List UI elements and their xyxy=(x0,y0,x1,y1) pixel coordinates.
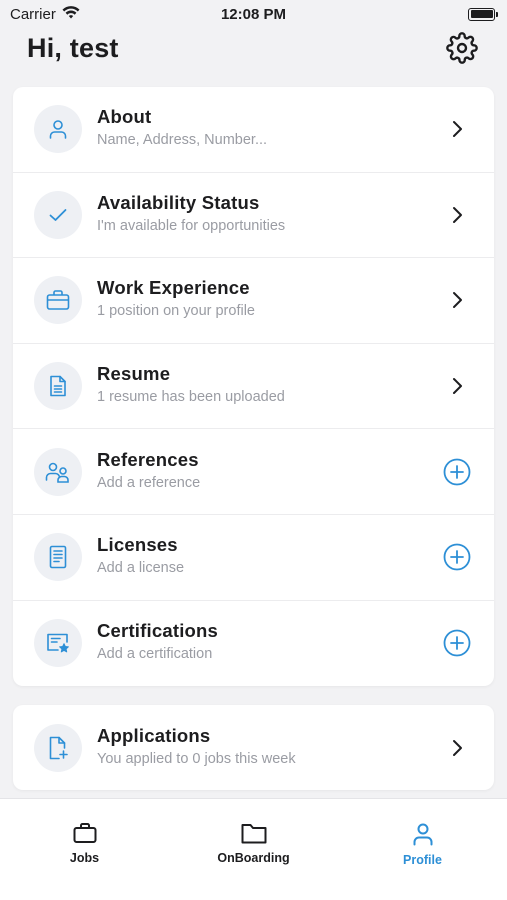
chevron-right-icon[interactable] xyxy=(442,285,472,315)
header: Hi, test xyxy=(0,28,507,68)
battery-icon xyxy=(468,7,498,21)
row-title: Resume xyxy=(97,363,171,385)
tab-onboarding[interactable]: OnBoarding xyxy=(169,799,338,900)
profile-item-resume[interactable]: Resume 1 resume has been uploaded xyxy=(13,344,494,430)
status-left: Carrier xyxy=(10,6,80,23)
briefcase-icon xyxy=(34,276,82,325)
row-title: About xyxy=(97,106,152,128)
row-title: Applications xyxy=(97,724,211,746)
user-icon xyxy=(413,823,432,846)
certificate-icon xyxy=(34,619,82,668)
chevron-right-icon[interactable] xyxy=(442,200,472,230)
user-icon xyxy=(34,105,82,154)
chevron-right-icon[interactable] xyxy=(442,114,472,144)
row-text: Applications You applied to 0 jobs this … xyxy=(97,725,442,767)
profile-item-references[interactable]: References Add a reference xyxy=(13,429,494,515)
document-icon xyxy=(34,362,82,411)
row-subtitle: I'm available for opportunities xyxy=(97,217,286,234)
status-bar: Carrier 12:08 PM xyxy=(0,0,507,28)
row-subtitle: 1 resume has been uploaded xyxy=(97,389,285,406)
row-text: References Add a reference xyxy=(97,449,442,491)
profile-sections-card: About Name, Address, Number... Availabil… xyxy=(13,87,494,686)
row-title: Availability Status xyxy=(97,191,260,213)
profile-item-licenses[interactable]: Licenses Add a license xyxy=(13,515,494,601)
row-subtitle: 1 position on your profile xyxy=(97,303,255,320)
file-add-icon xyxy=(34,723,82,772)
chevron-right-icon[interactable] xyxy=(442,371,472,401)
carrier-label: Carrier xyxy=(10,5,56,23)
profile-item-work-experience[interactable]: Work Experience 1 position on your profi… xyxy=(13,258,494,344)
applications-card: Applications You applied to 0 jobs this … xyxy=(13,705,494,790)
row-title: Certifications xyxy=(97,620,219,642)
wifi-icon xyxy=(62,5,80,23)
row-text: Certifications Add a certification xyxy=(97,620,442,662)
tab-bar: Jobs OnBoarding Profile xyxy=(0,798,507,900)
tab-jobs[interactable]: Jobs xyxy=(0,799,169,900)
row-title: References xyxy=(97,448,199,470)
row-subtitle: You applied to 0 jobs this week xyxy=(97,750,296,767)
profile-item-applications[interactable]: Applications You applied to 0 jobs this … xyxy=(13,705,494,790)
briefcase-icon xyxy=(73,823,96,843)
profile-item-availability-status[interactable]: Availability Status I'm available for op… xyxy=(13,173,494,259)
row-subtitle: Add a reference xyxy=(97,474,201,491)
row-text: Resume 1 resume has been uploaded xyxy=(97,363,442,405)
checkmark-icon xyxy=(34,190,82,239)
plus-circle-icon[interactable] xyxy=(442,457,472,487)
row-text: Licenses Add a license xyxy=(97,534,442,576)
settings-button[interactable] xyxy=(445,31,479,65)
row-text: Work Experience 1 position on your profi… xyxy=(97,277,442,319)
plus-circle-icon[interactable] xyxy=(442,628,472,658)
plus-circle-icon[interactable] xyxy=(442,542,472,572)
profile-item-about[interactable]: About Name, Address, Number... xyxy=(13,87,494,173)
gear-icon xyxy=(446,32,478,64)
tab-label: Jobs xyxy=(69,851,100,865)
row-title: Licenses xyxy=(97,534,178,556)
license-icon xyxy=(34,533,82,582)
row-text: Availability Status I'm available for op… xyxy=(97,192,442,234)
folder-icon xyxy=(241,824,266,844)
chevron-right-icon[interactable] xyxy=(442,733,472,763)
people-icon xyxy=(34,447,82,496)
page-title: Hi, test xyxy=(27,32,119,63)
profile-item-certifications[interactable]: Certifications Add a certification xyxy=(13,601,494,686)
tab-profile[interactable]: Profile xyxy=(338,799,507,900)
tab-label: Profile xyxy=(403,853,442,867)
row-subtitle: Name, Address, Number... xyxy=(97,132,268,149)
row-text: About Name, Address, Number... xyxy=(97,106,442,148)
row-subtitle: Add a license xyxy=(97,560,185,577)
tab-label: OnBoarding xyxy=(217,851,290,865)
row-subtitle: Add a certification xyxy=(97,646,213,663)
row-title: Work Experience xyxy=(97,277,250,299)
